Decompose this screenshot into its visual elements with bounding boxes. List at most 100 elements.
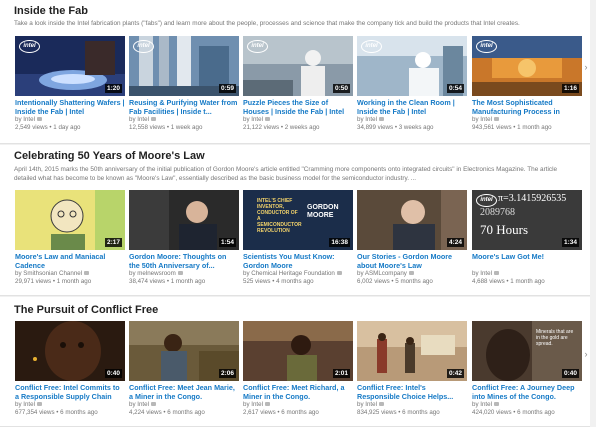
video-meta: 4,688 views • 1 month ago	[472, 278, 545, 285]
channel-label[interactable]: by Intel	[472, 401, 492, 408]
video-meta: 834,925 views • 6 months ago	[357, 409, 440, 416]
video-card[interactable]: intel 0:50 Puzzle Pieces the Size of Hou…	[243, 36, 353, 132]
channel-label[interactable]: by Intel	[15, 401, 35, 408]
view-count: 34,899 views	[357, 124, 394, 131]
video-title-link[interactable]: Conflict Free: A Journey Deep into Mines…	[472, 384, 582, 401]
video-thumbnail[interactable]: 2:17	[15, 190, 125, 250]
video-thumbnail[interactable]: 2:01	[243, 321, 353, 381]
video-card[interactable]: intel π=3.1415926535 2089768 70 Hours 1:…	[472, 190, 582, 286]
video-thumbnail[interactable]: 1:54	[129, 190, 239, 250]
channel-name[interactable]: by Intel	[357, 401, 467, 409]
video-thumbnail[interactable]: intel 0:50	[243, 36, 353, 96]
channel-label[interactable]: by melnewsroom	[129, 270, 176, 277]
channel-label[interactable]: by Chemical Heritage Foundation	[243, 270, 335, 277]
video-card[interactable]: intel 0:59 Reusing & Purifying Water fro…	[129, 36, 239, 132]
video-title-link[interactable]: Our Stories - Gordon Moore about Moore's…	[357, 253, 467, 270]
channel-name[interactable]: by Intel	[129, 116, 239, 124]
video-thumbnail[interactable]: 2:06	[129, 321, 239, 381]
video-title-link[interactable]: Scientists You Must Know: Gordon Moore	[243, 253, 353, 270]
channel-name[interactable]: by ASMLcompany	[357, 270, 467, 278]
channel-name[interactable]: by Intel	[472, 401, 582, 409]
verified-icon	[150, 402, 156, 407]
channel-name[interactable]: by Intel	[15, 116, 125, 124]
video-card[interactable]: Minerals that are in the gold are spread…	[472, 321, 582, 417]
video-title-link[interactable]: Gordon Moore: Thoughts on the 50th Anniv…	[129, 253, 239, 270]
video-duration: 2:01	[332, 369, 350, 378]
channel-label[interactable]: by Intel	[357, 401, 377, 408]
video-meta: 21,122 views • 2 weeks ago	[243, 124, 320, 131]
video-card[interactable]: 2:01 Conflict Free: Meet Richard, a Mine…	[243, 321, 353, 417]
video-title-link[interactable]: Intentionally Shattering Wafers | Inside…	[15, 99, 125, 116]
video-title-link[interactable]: The Most Sophisticated Manufacturing Pro…	[472, 99, 582, 116]
video-card[interactable]: 4:24 Our Stories - Gordon Moore about Mo…	[357, 190, 467, 286]
video-card[interactable]: 0:40 Conflict Free: Intel Commits to a R…	[15, 321, 125, 417]
video-thumbnail[interactable]: 4:24	[357, 190, 467, 250]
channel-label[interactable]: by Smithsonian Channel	[15, 270, 82, 277]
video-meta: 943,561 views • 1 month ago	[472, 124, 552, 131]
video-title-link[interactable]: Moore's Law Got Me!	[472, 253, 582, 270]
video-duration: 0:54	[446, 84, 464, 93]
video-thumbnail[interactable]: 0:40	[15, 321, 125, 381]
video-card[interactable]: 2:06 Conflict Free: Meet Jean Marie, a M…	[129, 321, 239, 417]
channel-name[interactable]: by melnewsroom	[129, 270, 239, 278]
video-card[interactable]: intel 1:16 The Most Sophisticated Manufa…	[472, 36, 582, 132]
video-duration: 0:40	[561, 369, 579, 378]
video-title-link[interactable]: Conflict Free: Intel's Responsible Choic…	[357, 384, 467, 401]
video-card[interactable]: intel 1:20 Intentionally Shattering Wafe…	[15, 36, 125, 132]
video-meta: 38,474 views • 1 month ago	[129, 278, 206, 285]
video-thumbnail[interactable]: intel 1:16	[472, 36, 582, 96]
video-title-link[interactable]: Moore's Law and Maniacal Cadence	[15, 253, 125, 270]
video-meta: 424,020 views • 6 months ago	[472, 409, 555, 416]
channel-label[interactable]: by Intel	[129, 401, 149, 408]
channel-label[interactable]: by Intel	[472, 270, 492, 277]
channel-label[interactable]: by Intel	[15, 116, 35, 123]
upload-age: 6 months ago	[517, 409, 555, 416]
video-title-link[interactable]: Reusing & Purifying Water from Fab Facil…	[129, 99, 239, 116]
channel-label[interactable]: by Intel	[472, 116, 492, 123]
video-card[interactable]: 2:17 Moore's Law and Maniacal Cadence by…	[15, 190, 125, 286]
chevron-right-icon[interactable]: ›	[582, 349, 590, 359]
channel-name[interactable]: by Intel	[129, 401, 239, 409]
section-title[interactable]: Inside the Fab	[14, 5, 88, 17]
view-count: 38,474 views	[129, 278, 166, 285]
channel-name[interactable]: by Smithsonian Channel	[15, 270, 125, 278]
channel-label[interactable]: by Intel	[243, 116, 263, 123]
channel-name[interactable]: by Intel	[15, 401, 125, 409]
verified-icon	[378, 117, 384, 122]
chevron-right-icon[interactable]: ›	[582, 62, 590, 72]
video-card[interactable]: INTEL'S CHIEF INVENTOR, CONDUCTOR OF A S…	[243, 190, 353, 286]
channel-label[interactable]: by Intel	[129, 116, 149, 123]
video-thumbnail[interactable]: intel 1:20	[15, 36, 125, 96]
channel-label[interactable]: by Intel	[243, 401, 263, 408]
video-thumbnail[interactable]: intel 0:59	[129, 36, 239, 96]
video-duration: 1:16	[561, 84, 579, 93]
upload-age: 4 months ago	[276, 278, 314, 285]
video-title-link[interactable]: Conflict Free: Intel Commits to a Respon…	[15, 384, 125, 401]
section-title[interactable]: The Pursuit of Conflict Free	[14, 304, 158, 316]
channel-name[interactable]: by Intel	[243, 401, 353, 409]
video-meta: 2,549 views • 1 day ago	[15, 124, 81, 131]
video-thumbnail[interactable]: INTEL'S CHIEF INVENTOR, CONDUCTOR OF A S…	[243, 190, 353, 250]
video-card[interactable]: 0:42 Conflict Free: Intel's Responsible …	[357, 321, 467, 417]
video-thumbnail[interactable]: intel 0:54	[357, 36, 467, 96]
video-card[interactable]: intel 0:54 Working in the Clean Room | I…	[357, 36, 467, 132]
channel-name[interactable]: by Intel	[357, 116, 467, 124]
verified-icon	[36, 117, 42, 122]
channel-name[interactable]: by Intel	[243, 116, 353, 124]
channel-name[interactable]: by Intel	[472, 270, 582, 278]
video-card[interactable]: 1:54 Gordon Moore: Thoughts on the 50th …	[129, 190, 239, 286]
channel-label[interactable]: by ASMLcompany	[357, 270, 407, 277]
video-title-link[interactable]: Puzzle Pieces the Size of Houses | Insid…	[243, 99, 353, 116]
section-title[interactable]: Celebrating 50 Years of Moore's Law	[14, 150, 205, 162]
channel-label[interactable]: by Intel	[357, 116, 377, 123]
channel-name[interactable]: by Intel	[472, 116, 582, 124]
video-thumbnail[interactable]: 0:42	[357, 321, 467, 381]
channel-name[interactable]: by Chemical Heritage Foundation	[243, 270, 353, 278]
video-title-link[interactable]: Working in the Clean Room | Inside the F…	[357, 99, 467, 116]
video-title-link[interactable]: Conflict Free: Meet Richard, a Miner in …	[243, 384, 353, 401]
video-duration: 1:54	[218, 238, 236, 247]
video-title-link[interactable]: Conflict Free: Meet Jean Marie, a Miner …	[129, 384, 239, 401]
video-thumbnail[interactable]: Minerals that are in the gold are spread…	[472, 321, 582, 381]
video-thumbnail[interactable]: intel π=3.1415926535 2089768 70 Hours 1:…	[472, 190, 582, 250]
verified-icon	[336, 271, 342, 276]
